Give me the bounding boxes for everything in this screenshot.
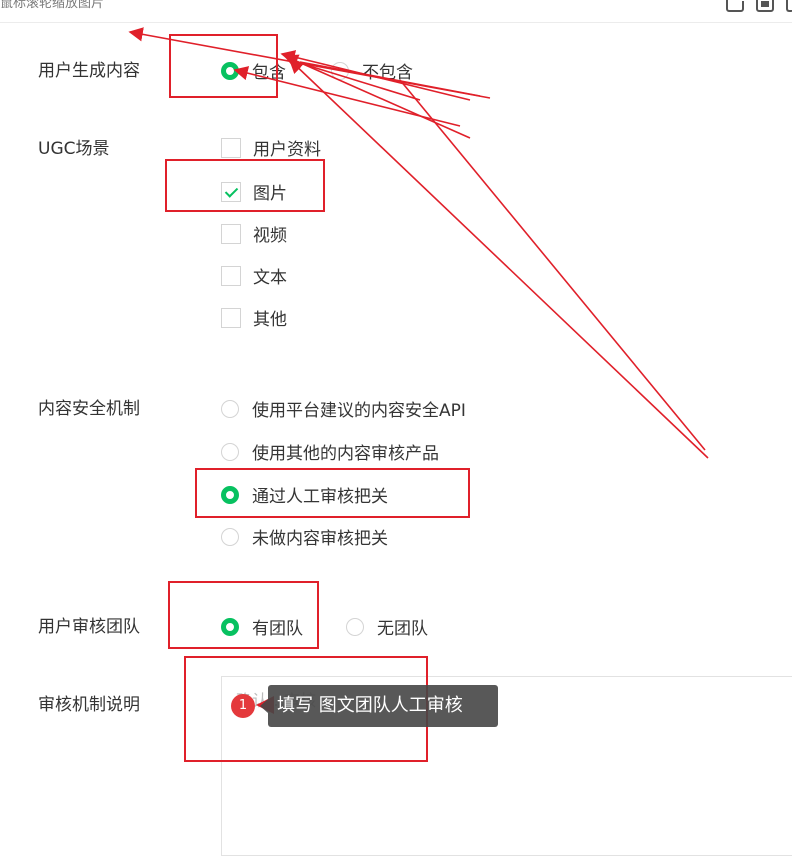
arrow-4: [288, 58, 709, 459]
annotation-tooltip: 填写 图文团队人工审核: [260, 685, 498, 727]
step-number-badge: 1: [231, 694, 255, 718]
arrow-2: [283, 54, 471, 139]
arrow-5: [399, 79, 706, 451]
